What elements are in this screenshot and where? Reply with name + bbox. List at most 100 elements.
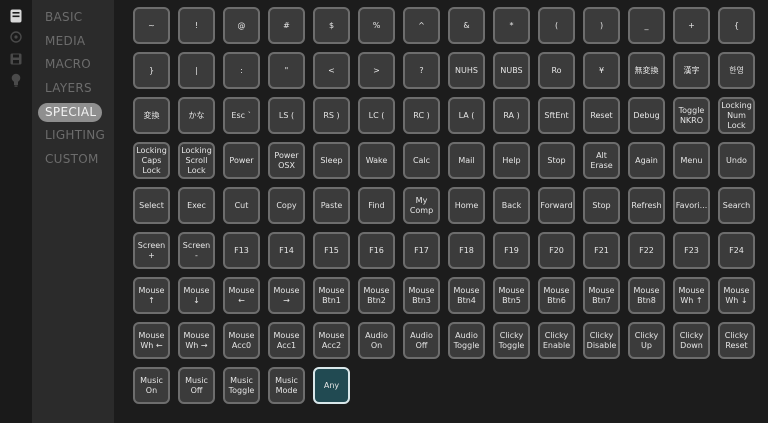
keycode-key[interactable]: Clicky Toggle	[493, 322, 530, 359]
keycode-key[interactable]: F17	[403, 232, 440, 269]
keycode-key[interactable]: *	[493, 7, 530, 44]
keycode-key[interactable]: Undo	[718, 142, 755, 179]
keycode-key[interactable]: SftEnt	[538, 97, 575, 134]
keycode-key[interactable]: Audio Toggle	[448, 322, 485, 359]
keycode-key[interactable]: Clicky Enable	[538, 322, 575, 359]
keycode-key[interactable]: Alt Erase	[583, 142, 620, 179]
keycode-key[interactable]: Audio On	[358, 322, 395, 359]
keycode-key[interactable]: Calc	[403, 142, 440, 179]
keycode-key[interactable]: %	[358, 7, 395, 44]
keycode-key[interactable]: Mouse Btn7	[583, 277, 620, 314]
keycode-key[interactable]: Stop	[538, 142, 575, 179]
keycode-key[interactable]: Screen -	[178, 232, 215, 269]
keyboard-icon[interactable]	[9, 9, 23, 23]
keycode-key[interactable]: F22	[628, 232, 665, 269]
keycode-key[interactable]: Clicky Reset	[718, 322, 755, 359]
keycode-key[interactable]: Locking Caps Lock	[133, 142, 170, 179]
keycode-key[interactable]: Mouse Wh ←	[133, 322, 170, 359]
keycode-key[interactable]: Mouse Wh ↑	[673, 277, 710, 314]
keycode-key[interactable]: Debug	[628, 97, 665, 134]
keycode-key[interactable]: Screen +	[133, 232, 170, 269]
keycode-key[interactable]: F15	[313, 232, 350, 269]
keycode-key[interactable]: Stop	[583, 187, 620, 224]
keycode-key[interactable]: {	[718, 7, 755, 44]
keycode-key[interactable]: ¥	[583, 52, 620, 89]
keycode-key[interactable]: 漢字	[673, 52, 710, 89]
keycode-key[interactable]: Forward	[538, 187, 575, 224]
keycode-key[interactable]: )	[583, 7, 620, 44]
keycode-key[interactable]: >	[358, 52, 395, 89]
keycode-key[interactable]: F18	[448, 232, 485, 269]
keycode-key[interactable]: Mouse Btn6	[538, 277, 575, 314]
keycode-key[interactable]: My Comp	[403, 187, 440, 224]
keycode-key[interactable]: Mouse Btn3	[403, 277, 440, 314]
keycode-key[interactable]: Clicky Down	[673, 322, 710, 359]
keycode-key[interactable]: RS )	[313, 97, 350, 134]
keycode-key[interactable]: LA (	[448, 97, 485, 134]
keycode-key[interactable]: Refresh	[628, 187, 665, 224]
keycode-key[interactable]: Mouse Btn8	[628, 277, 665, 314]
sidebar-item-macro[interactable]: MACRO	[38, 55, 102, 74]
keycode-key[interactable]: Mouse ←	[223, 277, 260, 314]
keycode-key[interactable]: "	[268, 52, 305, 89]
keycode-key[interactable]: LS (	[268, 97, 305, 134]
keycode-key[interactable]: Mouse ↓	[178, 277, 215, 314]
keycode-key[interactable]: Paste	[313, 187, 350, 224]
keycode-key[interactable]: Exec	[178, 187, 215, 224]
keycode-key[interactable]: RA )	[493, 97, 530, 134]
sidebar-item-special[interactable]: SPECIAL	[38, 103, 102, 122]
keycode-key[interactable]: ?	[403, 52, 440, 89]
keycode-key[interactable]: Mouse →	[268, 277, 305, 314]
keycode-key[interactable]: Select	[133, 187, 170, 224]
keycode-key[interactable]: Copy	[268, 187, 305, 224]
keycode-key[interactable]: (	[538, 7, 575, 44]
keycode-key[interactable]: Mouse Btn4	[448, 277, 485, 314]
keycode-key[interactable]: F23	[673, 232, 710, 269]
keycode-key[interactable]: <	[313, 52, 350, 89]
keycode-key[interactable]: Mouse Acc1	[268, 322, 305, 359]
keycode-key[interactable]: Mouse Wh ↓	[718, 277, 755, 314]
keycode-key[interactable]: Toggle NKRO	[673, 97, 710, 134]
keycode-key[interactable]: F20	[538, 232, 575, 269]
keycode-key[interactable]: Audio Off	[403, 322, 440, 359]
keycode-key[interactable]: Locking Scroll Lock	[178, 142, 215, 179]
keycode-key[interactable]: NUBS	[493, 52, 530, 89]
keycode-key[interactable]: Music Toggle	[223, 367, 260, 404]
keycode-key[interactable]: Music Off	[178, 367, 215, 404]
keycode-key[interactable]: Favori...	[673, 187, 710, 224]
keycode-key[interactable]: Music On	[133, 367, 170, 404]
keycode-key[interactable]: RC )	[403, 97, 440, 134]
keycode-key[interactable]: Reset	[583, 97, 620, 134]
keycode-key[interactable]: F13	[223, 232, 260, 269]
keycode-key[interactable]: F24	[718, 232, 755, 269]
keycode-key[interactable]: F19	[493, 232, 530, 269]
keycode-key[interactable]: Mouse Btn1	[313, 277, 350, 314]
keycode-key[interactable]: Help	[493, 142, 530, 179]
keycode-key[interactable]: 変換	[133, 97, 170, 134]
keycode-key[interactable]: ^	[403, 7, 440, 44]
keycode-key[interactable]: &	[448, 7, 485, 44]
keycode-key[interactable]: Again	[628, 142, 665, 179]
keycode-key[interactable]: Home	[448, 187, 485, 224]
keycode-key[interactable]: Esc `	[223, 97, 260, 134]
keycode-key[interactable]: Clicky Up	[628, 322, 665, 359]
keycode-key[interactable]: F16	[358, 232, 395, 269]
keycode-key[interactable]: Search	[718, 187, 755, 224]
keycode-key[interactable]: Locking Num Lock	[718, 97, 755, 134]
keycode-key[interactable]: Find	[358, 187, 395, 224]
keycode-key[interactable]: #	[268, 7, 305, 44]
sidebar-item-basic[interactable]: BASIC	[38, 8, 102, 27]
keycode-key[interactable]: Ro	[538, 52, 575, 89]
keycode-key[interactable]: Menu	[673, 142, 710, 179]
save-icon[interactable]	[9, 52, 23, 66]
keycode-key[interactable]: Mouse Btn2	[358, 277, 395, 314]
lightbulb-icon[interactable]	[9, 73, 23, 87]
keycode-key[interactable]: _	[628, 7, 665, 44]
sidebar-item-media[interactable]: MEDIA	[38, 32, 102, 51]
sidebar-item-custom[interactable]: CUSTOM	[38, 150, 102, 169]
keycode-key[interactable]: :	[223, 52, 260, 89]
keycode-key[interactable]: LC (	[358, 97, 395, 134]
keycode-key[interactable]: @	[223, 7, 260, 44]
keycode-key[interactable]: Mouse ↑	[133, 277, 170, 314]
keycode-key[interactable]: Mouse Acc2	[313, 322, 350, 359]
